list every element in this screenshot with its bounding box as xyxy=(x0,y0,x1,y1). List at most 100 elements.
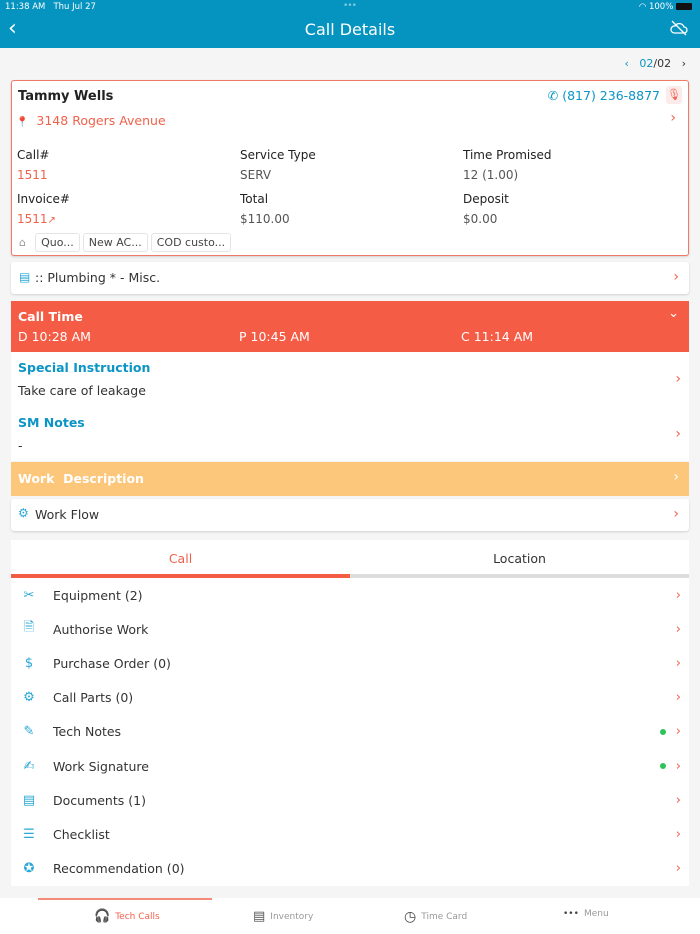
list-item-equipment[interactable]: ✂ Equipment (2) › xyxy=(11,578,689,612)
chevron-down-icon[interactable]: ⌄ xyxy=(668,306,679,321)
notes-icon: ✎ xyxy=(23,724,35,740)
work-description-title: Work Description xyxy=(18,471,144,486)
signature-icon: ✍ xyxy=(23,758,35,774)
tab-bar: Call Location xyxy=(11,540,689,578)
address-link[interactable]: 📍 3148 Rogers Avenue xyxy=(16,113,166,128)
invoice-number: 1511 xyxy=(17,212,48,226)
pager-current: 02 xyxy=(639,57,654,70)
chevron-right-icon[interactable]: › xyxy=(670,110,676,126)
sm-notes-row[interactable]: SM Notes - › xyxy=(11,406,689,461)
sm-notes-title: SM Notes xyxy=(18,415,85,430)
special-instruction-row[interactable]: Special Instruction Take care of leakage… xyxy=(11,352,689,406)
tab-location[interactable]: Location xyxy=(350,540,689,578)
chevron-right-icon: › xyxy=(673,506,679,522)
call-label: Call# xyxy=(17,148,50,162)
list-item-work-signature[interactable]: ✍ Work Signature › xyxy=(11,749,689,783)
tag[interactable]: COD custo... xyxy=(150,233,232,252)
special-instruction-text: Take care of leakage xyxy=(18,383,146,398)
header: 11:38 AM Thu Jul 27 ••• ◠ 100% ‹ Call De… xyxy=(0,0,700,48)
work-flow-row[interactable]: ⚙ Work Flow › xyxy=(11,499,689,531)
list-item-documents[interactable]: ▤ Documents (1) › xyxy=(11,783,689,817)
list-item-checklist[interactable]: ☰ Checklist › xyxy=(11,817,689,851)
status-dot xyxy=(659,728,666,735)
document-check-icon: 🗎 xyxy=(23,620,35,636)
receipt-icon: $ xyxy=(24,655,34,671)
status-dot xyxy=(659,763,666,770)
work-flow-label: Work Flow xyxy=(35,507,100,522)
list-item-authorise-work[interactable]: 🗎 Authorise Work › xyxy=(11,612,689,646)
status-time: 11:38 AM xyxy=(5,2,46,12)
item-label: Authorise Work xyxy=(53,621,149,637)
deposit-value: $0.00 xyxy=(463,212,498,226)
chevron-right-icon: › xyxy=(675,724,681,740)
nav-menu[interactable]: ••• Menu xyxy=(563,909,609,919)
phone-link[interactable]: ✆ (817) 236-8877 xyxy=(548,88,660,103)
headset-icon: 🎧 xyxy=(94,909,111,924)
nav-time-card[interactable]: ◷ Time Card xyxy=(404,909,467,925)
chevron-right-icon: › xyxy=(675,621,681,637)
list-item-tech-notes[interactable]: ✎ Tech Notes › xyxy=(11,715,689,749)
nav-tech-calls[interactable]: 🎧 Tech Calls xyxy=(94,909,160,924)
nav-label: Menu xyxy=(583,909,609,919)
special-instruction-title: Special Instruction xyxy=(18,360,151,375)
customer-card: Tammy Wells ✆ (817) 236-8877 🎙 📍 3148 Ro… xyxy=(11,80,689,256)
item-label: Equipment (2) xyxy=(53,587,143,603)
chevron-right-icon: › xyxy=(675,690,681,706)
item-label: Recommendation (0) xyxy=(53,861,185,877)
customer-name: Tammy Wells xyxy=(18,89,114,104)
item-label: Checklist xyxy=(53,826,110,842)
tags: ⌂ Quo... New AC... COD custo... xyxy=(19,231,234,252)
service-type-label: Service Type xyxy=(240,148,316,162)
chevron-right-icon: › xyxy=(675,861,681,877)
chevron-right-icon: › xyxy=(675,758,681,774)
checklist-icon: ☰ xyxy=(23,826,35,842)
chevron-right-icon: › xyxy=(675,792,681,808)
call-time-panel[interactable]: Call Time ⌄ D 10:28 AM P 10:45 AM C 11:1… xyxy=(11,301,689,352)
page-title: Call Details xyxy=(304,20,396,39)
location-pin-icon: 📍 xyxy=(16,117,29,128)
item-label: Work Signature xyxy=(53,758,149,774)
pager: ‹ 02/02 › xyxy=(624,57,686,70)
cloud-off-icon[interactable] xyxy=(670,20,688,36)
external-link-icon: ↗ xyxy=(47,215,56,226)
workflow-icon: ⚙ xyxy=(18,506,29,520)
wifi-icon: ◠ xyxy=(638,2,647,12)
clipboard-icon: ▤ xyxy=(253,909,266,924)
tag[interactable]: Quo... xyxy=(35,233,80,252)
chevron-right-icon: › xyxy=(675,587,681,603)
list-item-purchase-order[interactable]: $ Purchase Order (0) › xyxy=(11,646,689,680)
multitask-dots-icon[interactable]: ••• xyxy=(343,1,357,11)
work-description-row[interactable]: Work Description › xyxy=(11,462,689,496)
dispatch-time: D 10:28 AM xyxy=(18,329,91,344)
gear-icon: ⚙ xyxy=(23,690,35,706)
tag-icon: ⌂ xyxy=(19,236,26,249)
deposit-label: Deposit xyxy=(463,192,509,206)
chevron-right-icon: › xyxy=(673,269,679,285)
nav-indicator xyxy=(38,898,212,900)
total-value: $110.00 xyxy=(240,212,290,226)
clock-icon: ◷ xyxy=(404,909,417,925)
next-button[interactable]: › xyxy=(682,57,686,70)
chevron-right-icon: › xyxy=(675,371,681,387)
list-item-call-parts[interactable]: ⚙ Call Parts (0) › xyxy=(11,681,689,715)
prev-button[interactable]: ‹ xyxy=(624,57,628,70)
call-time-title: Call Time xyxy=(18,309,83,324)
item-label: Call Parts (0) xyxy=(53,690,134,706)
microphone-icon[interactable]: 🎙 xyxy=(666,86,682,104)
list-item-recommendation[interactable]: ✪ Recommendation (0) › xyxy=(11,852,689,886)
status-date: Thu Jul 27 xyxy=(53,2,96,12)
phone-number: (817) 236-8877 xyxy=(562,88,660,103)
invoice-link[interactable]: 1511↗ xyxy=(17,212,56,226)
tag[interactable]: New AC... xyxy=(82,233,148,252)
more-icon: ••• xyxy=(563,909,579,919)
battery-text: 100% xyxy=(648,2,674,12)
promised-time: P 10:45 AM xyxy=(239,329,310,344)
time-promised-label: Time Promised xyxy=(463,148,552,162)
pager-total: /02 xyxy=(653,57,672,70)
tab-call[interactable]: Call xyxy=(11,540,350,578)
sm-notes-text: - xyxy=(18,438,23,453)
nav-inventory[interactable]: ▤ Inventory xyxy=(253,909,313,924)
category-row[interactable]: ▤ :: Plumbing * - Misc. › xyxy=(11,262,689,294)
battery-icon xyxy=(676,3,692,10)
award-icon: ✪ xyxy=(23,861,35,877)
